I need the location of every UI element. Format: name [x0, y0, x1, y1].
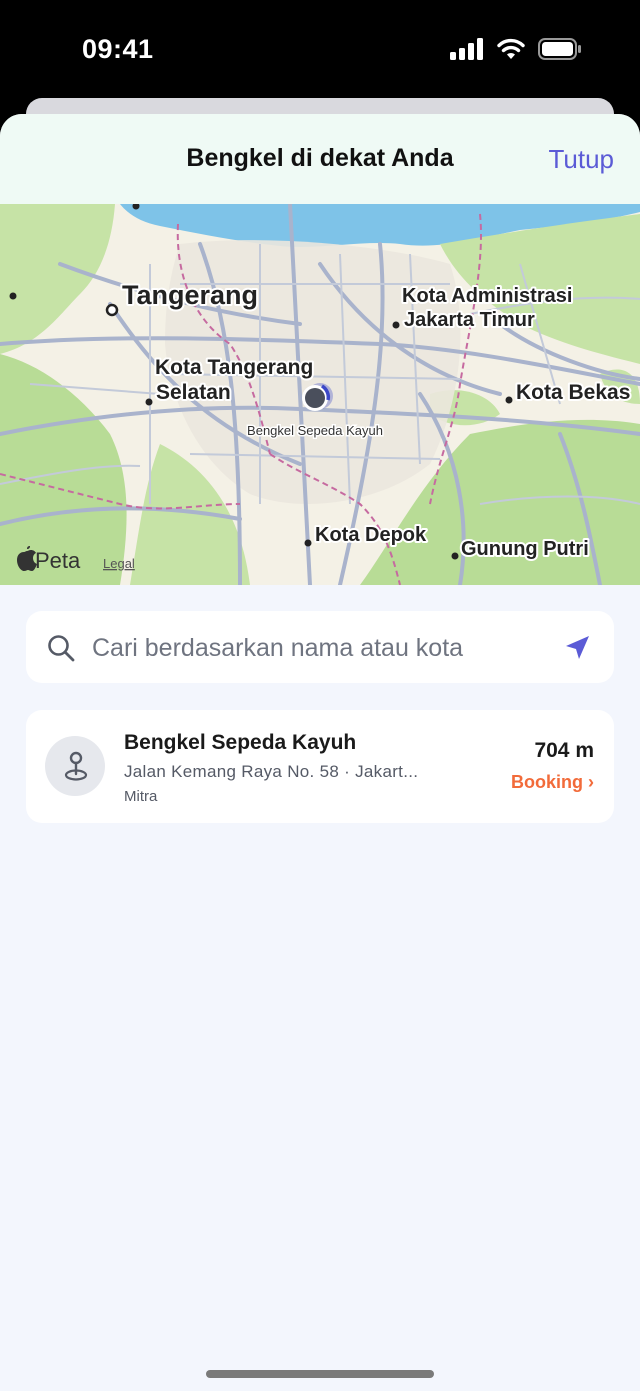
map-label-tangsel-1: Kota Tangerang [155, 356, 313, 379]
workshop-distance: 704 m [534, 739, 594, 762]
workshop-type: Mitra [124, 788, 158, 805]
map-pin-icon [64, 751, 88, 781]
search-input[interactable] [90, 625, 554, 671]
map-label-bekasi: Kota Bekas [516, 381, 630, 404]
map-label-gunung-putri: Gunung Putri [461, 538, 589, 560]
map-canvas[interactable]: Tangerang Kota Administrasi Jakarta Timu… [0, 204, 640, 585]
sheet-title: Bengkel di dekat Anda [186, 144, 454, 172]
tangerang-city-marker [105, 303, 119, 317]
map-label-depok: Kota Depok [315, 524, 427, 546]
nearby-workshops-sheet: Bengkel di dekat Anda Tutup Tangerang Ko… [0, 114, 640, 1391]
workshop-avatar [45, 736, 105, 796]
close-button[interactable]: Tutup [548, 144, 614, 175]
screen: 09:41 Bengkel di dekat Anda Tutup Tanger… [0, 0, 640, 1391]
status-bar: 09:41 [0, 0, 640, 100]
cellular-signal-icon [450, 38, 483, 60]
workshop-name: Bengkel Sepeda Kayuh [124, 731, 357, 754]
search-bar[interactable] [26, 611, 614, 683]
workshop-list-item[interactable]: Bengkel Sepeda Kayuh Jalan Kemang Raya N… [26, 710, 614, 823]
home-indicator[interactable] [206, 1370, 434, 1378]
map-label-jakarta-timur-1: Kota Administrasi [402, 285, 572, 307]
wifi-icon [497, 38, 525, 59]
map-legal-link[interactable]: Legal [103, 556, 135, 571]
location-arrow-icon[interactable] [562, 633, 592, 663]
map-pin-label: Bengkel Sepeda Kayuh [247, 423, 383, 438]
map-label-tangerang: Tangerang [122, 280, 258, 310]
battery-icon [538, 38, 581, 60]
booking-button[interactable]: Booking › [511, 772, 594, 793]
sheet-header: Bengkel di dekat Anda Tutup [0, 114, 640, 204]
status-icons [450, 38, 582, 60]
map-attribution: Peta [35, 548, 81, 573]
map-view[interactable]: Tangerang Kota Administrasi Jakarta Timu… [0, 204, 640, 585]
map-label-jakarta-timur-2: Jakarta Timur [404, 309, 535, 331]
workshop-address: Jalan Kemang Raya No. 58 · Jakart... [124, 762, 419, 781]
search-icon [48, 635, 75, 662]
map-label-tangsel-2: Selatan [156, 381, 231, 404]
status-time: 09:41 [82, 34, 154, 64]
